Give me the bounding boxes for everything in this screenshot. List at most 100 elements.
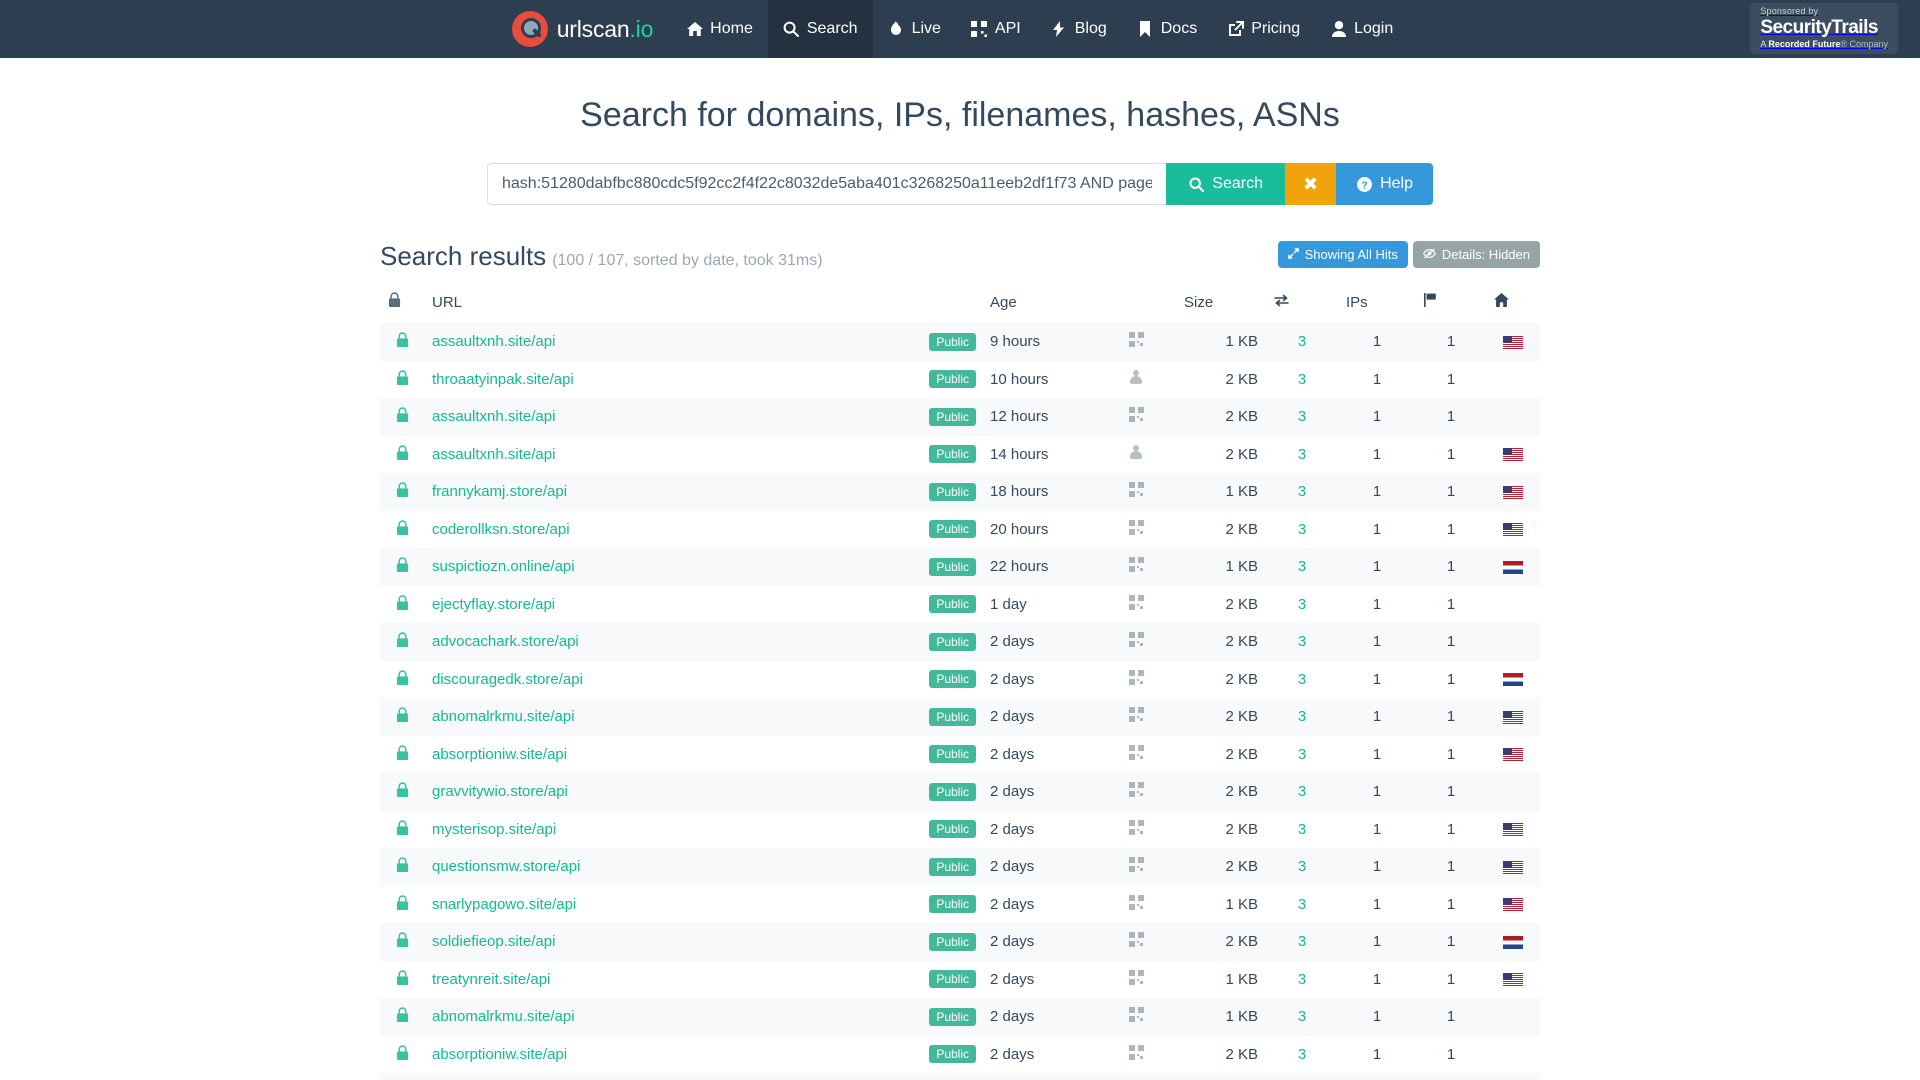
requests-count-link[interactable]: 3: [1298, 596, 1306, 613]
requests-count-link[interactable]: 3: [1298, 671, 1306, 688]
table-row[interactable]: coderollksn.store/api Public 20 hours 2 KB 3…: [380, 510, 1540, 549]
requests-count-link[interactable]: 3: [1298, 896, 1306, 913]
table-row[interactable]: ejectyflay.store/api Public 1 day 2 KB 3 1 1: [380, 585, 1540, 624]
result-url-link[interactable]: absorptioniw.site/api: [432, 1046, 567, 1063]
table-row[interactable]: gravvitywio.store/apiPublic2 days2 KB311: [380, 1073, 1540, 1080]
column-header-requests[interactable]: [1266, 286, 1338, 323]
column-header-countries[interactable]: [1416, 286, 1486, 323]
details-toggle-button[interactable]: Details: Hidden: [1412, 241, 1540, 268]
row-screenshot-cell[interactable]: [1096, 848, 1176, 886]
requests-count-link[interactable]: 3: [1298, 858, 1306, 875]
result-url-link[interactable]: assaultxnh.site/api: [432, 446, 555, 463]
requests-count-link[interactable]: 3: [1298, 446, 1306, 463]
column-header-age[interactable]: Age: [976, 286, 1096, 323]
result-url-link[interactable]: absorptioniw.site/api: [432, 746, 567, 763]
row-screenshot-cell[interactable]: [1096, 548, 1176, 586]
row-screenshot-cell[interactable]: [1096, 511, 1176, 549]
nav-item-search[interactable]: Search: [767, 0, 873, 58]
result-url-link[interactable]: assaultxnh.site/api: [432, 333, 555, 350]
result-url-link[interactable]: assaultxnh.site/api: [432, 408, 555, 425]
row-screenshot-cell[interactable]: [1096, 398, 1176, 436]
table-row[interactable]: snarlypagowo.site/api Public 2 days 1 KB 3 1 1: [380, 885, 1540, 924]
row-screenshot-cell[interactable]: [1096, 473, 1176, 511]
requests-count-link[interactable]: 3: [1298, 558, 1306, 575]
result-url-link[interactable]: snarlypagowo.site/api: [432, 896, 576, 913]
table-row[interactable]: assaultxnh.site/api Public 9 hours 1 KB 3 1 1: [380, 323, 1540, 361]
nav-item-docs[interactable]: Docs: [1122, 0, 1212, 58]
requests-count-link[interactable]: 3: [1298, 933, 1306, 950]
result-url-link[interactable]: soldiefieop.site/api: [432, 933, 555, 950]
sponsor-badge[interactable]: Sponsored by SecurityTrails A Recorded F…: [1750, 3, 1898, 54]
nav-item-pricing[interactable]: Pricing: [1212, 0, 1315, 58]
requests-count-link[interactable]: 3: [1298, 521, 1306, 538]
column-header-home[interactable]: [1486, 286, 1540, 323]
result-url-link[interactable]: ejectyflay.store/api: [432, 596, 555, 613]
table-row[interactable]: throaatyinpak.site/api Public 10 hours 2 KB…: [380, 360, 1540, 399]
column-header-url[interactable]: URL: [424, 286, 916, 323]
table-row[interactable]: soldiefieop.site/api Public 2 days 2 KB 3 1 1: [380, 923, 1540, 961]
table-row[interactable]: abnomalrkmu.site/api Public 2 days 1 KB 3 1 1: [380, 998, 1540, 1036]
table-row[interactable]: assaultxnh.site/api Public 12 hours 2 KB 3 1 1: [380, 398, 1540, 436]
table-row[interactable]: questionsmw.store/api Public 2 days 2 KB 3 1 1: [380, 848, 1540, 886]
result-url-link[interactable]: advocachark.store/api: [432, 633, 579, 650]
result-url-link[interactable]: questionsmw.store/api: [432, 858, 580, 875]
requests-count-link[interactable]: 3: [1298, 371, 1306, 388]
nav-item-blog[interactable]: Blog: [1036, 0, 1122, 58]
row-screenshot-cell[interactable]: [1096, 323, 1176, 361]
row-screenshot-cell[interactable]: [1096, 698, 1176, 736]
row-screenshot-cell[interactable]: [1096, 998, 1176, 1036]
row-screenshot-cell[interactable]: [1096, 661, 1176, 699]
row-screenshot-cell[interactable]: [1096, 586, 1176, 624]
row-screenshot-cell[interactable]: [1096, 736, 1176, 774]
column-header-size[interactable]: Size: [1176, 286, 1266, 323]
search-input[interactable]: [487, 163, 1167, 205]
row-screenshot-cell[interactable]: [1096, 886, 1176, 924]
nav-item-live[interactable]: Live: [873, 0, 956, 58]
table-row[interactable]: discouragedk.store/api Public 2 days 2 KB 3 1…: [380, 660, 1540, 699]
result-url-link[interactable]: abnomalrkmu.site/api: [432, 1008, 575, 1025]
row-screenshot-cell[interactable]: [1096, 361, 1176, 399]
result-url-link[interactable]: gravvitywio.store/api: [432, 783, 568, 800]
table-row[interactable]: frannykamj.store/api Public 18 hours 1 KB 3 1…: [380, 473, 1540, 511]
row-screenshot-cell[interactable]: [1096, 436, 1176, 474]
result-url-link[interactable]: suspictiozn.online/api: [432, 558, 575, 575]
requests-count-link[interactable]: 3: [1298, 483, 1306, 500]
table-row[interactable]: assaultxnh.site/api Public 14 hours 2 KB 3 1 1: [380, 435, 1540, 474]
showing-all-hits-button[interactable]: Showing All Hits: [1277, 241, 1408, 268]
row-screenshot-cell[interactable]: [1096, 961, 1176, 999]
result-url-link[interactable]: mysterisop.site/api: [432, 821, 556, 838]
requests-count-link[interactable]: 3: [1298, 633, 1306, 650]
requests-count-link[interactable]: 3: [1298, 746, 1306, 763]
row-screenshot-cell[interactable]: [1096, 811, 1176, 849]
table-row[interactable]: mysterisop.site/api Public 2 days 2 KB 3 1 1: [380, 810, 1540, 849]
requests-count-link[interactable]: 3: [1298, 821, 1306, 838]
requests-count-link[interactable]: 3: [1298, 1008, 1306, 1025]
requests-count-link[interactable]: 3: [1298, 708, 1306, 725]
result-url-link[interactable]: treatynreit.site/api: [432, 971, 550, 988]
nav-item-login[interactable]: Login: [1315, 0, 1408, 58]
result-url-link[interactable]: throaatyinpak.site/api: [432, 371, 574, 388]
requests-count-link[interactable]: 3: [1298, 1046, 1306, 1063]
row-screenshot-cell[interactable]: [1096, 1073, 1176, 1080]
result-url-link[interactable]: frannykamj.store/api: [432, 483, 567, 500]
brand-logo-link[interactable]: urlscan.io: [511, 0, 671, 58]
table-row[interactable]: treatynreit.site/api Public 2 days 1 KB 3 1 1: [380, 960, 1540, 999]
result-url-link[interactable]: coderollksn.store/api: [432, 521, 570, 538]
table-row[interactable]: abnomalrkmu.site/api Public 2 days 2 KB 3 1 1: [380, 698, 1540, 736]
help-button[interactable]: ? Help: [1336, 163, 1433, 205]
row-screenshot-cell[interactable]: [1096, 773, 1176, 811]
result-url-link[interactable]: abnomalrkmu.site/api: [432, 708, 575, 725]
requests-count-link[interactable]: 3: [1298, 408, 1306, 425]
requests-count-link[interactable]: 3: [1298, 333, 1306, 350]
table-row[interactable]: suspictiozn.online/api Public 22 hours 1 KB…: [380, 548, 1540, 586]
requests-count-link[interactable]: 3: [1298, 971, 1306, 988]
table-row[interactable]: advocachark.store/api Public 2 days 2 KB 3 1 1: [380, 623, 1540, 661]
row-screenshot-cell[interactable]: [1096, 923, 1176, 961]
result-url-link[interactable]: discouragedk.store/api: [432, 671, 583, 688]
row-screenshot-cell[interactable]: [1096, 623, 1176, 661]
table-row[interactable]: gravvitywio.store/apiPublic2 days2 KB311: [380, 773, 1540, 811]
column-header-lock[interactable]: [380, 286, 424, 323]
table-row[interactable]: absorptioniw.site/api Public 2 days 2 KB 3 1 1: [380, 1035, 1540, 1073]
nav-item-home[interactable]: Home: [671, 0, 768, 58]
requests-count-link[interactable]: 3: [1298, 783, 1306, 800]
